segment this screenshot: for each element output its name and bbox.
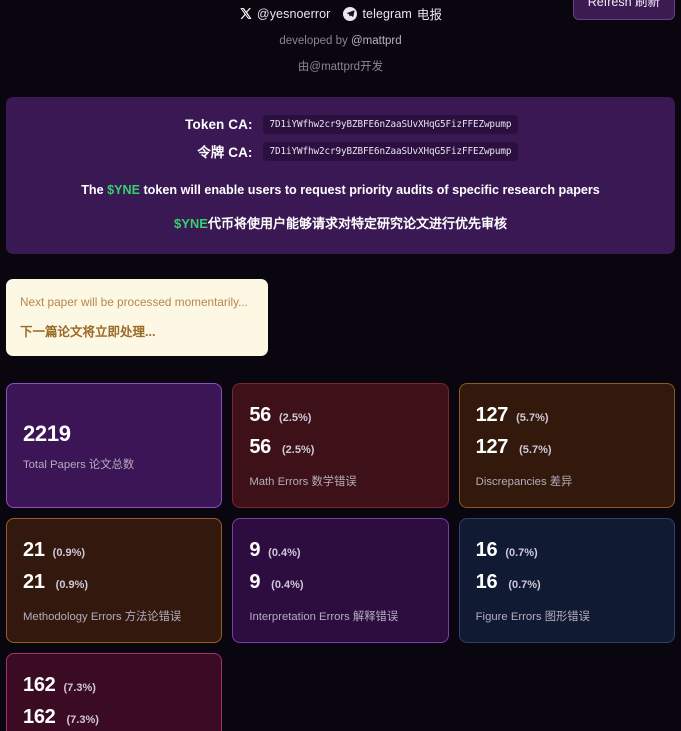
status-row: Next paper will be processed momentarily… bbox=[0, 0, 681, 375]
token-description-prefix: The bbox=[81, 183, 108, 197]
token-ca-row-cn: 令牌 CA: 7D1iYWfhw2cr9yBZBFE6nZaaSUvXHqG5F… bbox=[16, 141, 665, 161]
stat-card-total-papers: 2219 Total Papers 论文总数 bbox=[6, 383, 223, 508]
stat-primary-line: 56 (2.5%) bbox=[249, 404, 431, 427]
stat-value-secondary: 127 bbox=[475, 436, 509, 458]
processing-notice: Next paper will be processed momentarily… bbox=[6, 279, 268, 356]
token-description-suffix: token will enable users to request prior… bbox=[139, 183, 600, 197]
stat-value-secondary: 21 bbox=[23, 571, 45, 593]
stat-value: 16 bbox=[475, 539, 498, 561]
stat-percentage-secondary: (0.9%) bbox=[55, 579, 89, 591]
stat-primary-line: 21 (0.9%) bbox=[23, 539, 205, 562]
stat-value: 56 bbox=[249, 404, 271, 426]
x-handle-label: @yesnoerror bbox=[256, 6, 331, 21]
stat-percentage-secondary: (0.7%) bbox=[508, 579, 541, 591]
token-description-en: The $YNE token will enable users to requ… bbox=[16, 183, 665, 197]
stat-label: Figure Errors 图形错误 bbox=[475, 611, 590, 623]
stat-secondary-line: 9 (0.4%) bbox=[249, 571, 431, 594]
stat-label: Methodology Errors 方法论错误 bbox=[23, 611, 182, 623]
stat-value: 21 bbox=[23, 539, 45, 561]
stat-secondary-line: 162 (7.3%) bbox=[23, 706, 205, 729]
stat-percentage-secondary: (7.3%) bbox=[66, 714, 99, 726]
token-symbol-en: $YNE bbox=[107, 183, 140, 197]
processing-notice-cn: 下一篇论文将立即处理... bbox=[20, 325, 156, 339]
telegram-icon bbox=[343, 6, 358, 21]
stat-label: Total Papers 论文总数 bbox=[23, 459, 135, 471]
token-description-cn: $YNE代币将使用户能够请求对特定研究论文进行优先审核 bbox=[16, 213, 665, 232]
stat-primary-line: 16 (0.7%) bbox=[476, 539, 658, 562]
developer-credit-prefix: developed by bbox=[279, 35, 351, 47]
stat-value-secondary: 162 bbox=[23, 706, 56, 728]
stat-percentage: (2.5%) bbox=[278, 412, 312, 424]
stat-label: Math Errors 数学错误 bbox=[249, 476, 357, 488]
stat-primary-line: 9 (0.4%) bbox=[249, 539, 431, 562]
stat-percentage-secondary: (0.4%) bbox=[271, 579, 304, 591]
stat-value: 127 bbox=[475, 404, 509, 426]
token-ca-row-en: Token CA: 7D1iYWfhw2cr9yBZBFE6nZaaSUvXHq… bbox=[16, 115, 665, 134]
social-link-x[interactable]: @yesnoerror bbox=[239, 7, 331, 21]
stat-percentage-secondary: (5.7%) bbox=[519, 444, 552, 456]
stat-primary-line: 127 (5.7%) bbox=[476, 404, 658, 427]
stat-percentage: (0.7%) bbox=[505, 547, 538, 559]
token-banner: Token CA: 7D1iYWfhw2cr9yBZBFE6nZaaSUvXHq… bbox=[6, 97, 675, 254]
token-ca-value-cn[interactable]: 7D1iYWfhw2cr9yBZBFE6nZaaSUvXHqG5FizFFEZw… bbox=[262, 141, 519, 161]
stat-percentage: (7.3%) bbox=[63, 682, 96, 694]
refresh-button[interactable]: Refresh 刷新 bbox=[572, 0, 675, 20]
developer-handle: @mattprd bbox=[350, 35, 402, 47]
stat-value-secondary: 9 bbox=[249, 571, 261, 593]
token-ca-value-en[interactable]: 7D1iYWfhw2cr9yBZBFE6nZaaSUvXHqG5FizFFEZw… bbox=[262, 115, 519, 134]
stat-card-figure-errors: 16 (0.7%) 16 (0.7%) Figure Errors 图形错误 bbox=[458, 518, 675, 643]
stat-percentage: (0.9%) bbox=[52, 547, 86, 559]
stat-value: 2219 bbox=[23, 421, 71, 446]
stat-card-math-errors: 56 (2.5%) 56 (2.5%) Math Errors 数学错误 bbox=[232, 383, 449, 508]
processing-notice-en: Next paper will be processed momentarily… bbox=[20, 295, 248, 309]
stat-card-writing-errors: 162(7.3%)162(7.3%)Writing Errors 书写错误 bbox=[6, 653, 223, 731]
token-description-cn-suffix: 代币将使用户能够请求对特定研究论文进行优先审核 bbox=[207, 216, 507, 231]
stat-percentage-secondary: (2.5%) bbox=[281, 444, 315, 456]
stat-secondary-line: 56 (2.5%) bbox=[249, 436, 431, 459]
stat-value: 9 bbox=[249, 539, 261, 561]
stat-label: Interpretation Errors 解释错误 bbox=[249, 611, 399, 623]
stat-secondary-line: 21 (0.9%) bbox=[23, 571, 205, 594]
stat-value-secondary: 16 bbox=[475, 571, 498, 593]
telegram-label-cn: 电报 bbox=[416, 8, 443, 22]
stat-value: 162 bbox=[23, 674, 56, 696]
stat-primary-line: 162 (7.3%) bbox=[23, 674, 205, 697]
developer-credit: developed by @mattprd bbox=[0, 35, 681, 47]
x-twitter-icon bbox=[239, 7, 252, 20]
stat-percentage: (0.4%) bbox=[268, 547, 301, 559]
stat-card-interpretation-errors: 9 (0.4%) 9 (0.4%) Interpretation Errors 解释错误 bbox=[232, 518, 449, 643]
token-symbol-cn: $YNE bbox=[174, 216, 208, 231]
stat-secondary-line: 16 (0.7%) bbox=[476, 571, 658, 594]
stat-secondary-line: 127 (5.7%) bbox=[476, 436, 658, 459]
token-ca-label-en: Token CA: bbox=[185, 117, 253, 132]
stat-primary-line: 2219 bbox=[23, 421, 205, 447]
stats-grid: 2219 Total Papers 论文总数 56 (2.5%) 56 (2.5%) Mat… bbox=[6, 383, 675, 731]
stat-label: Discrepancies 差异 bbox=[475, 476, 573, 488]
stat-card-methodology-errors: 21 (0.9%) 21 (0.9%) Methodology Errors 方法论错误 bbox=[6, 518, 223, 643]
telegram-label: telegram bbox=[362, 6, 412, 21]
token-ca-label-cn: 令牌 CA: bbox=[197, 145, 253, 160]
stat-percentage: (5.7%) bbox=[516, 412, 549, 424]
app-root: @yesnoerror telegram 电报 developed by @ma… bbox=[0, 0, 681, 731]
developer-credit-cn: 由@mattprd开发 bbox=[297, 61, 384, 73]
stat-card-discrepancies: 127 (5.7%) 127 (5.7%) Discrepancies 差异 bbox=[458, 383, 675, 508]
stat-value-secondary: 56 bbox=[249, 436, 271, 458]
social-link-telegram[interactable]: telegram 电报 bbox=[343, 4, 442, 23]
